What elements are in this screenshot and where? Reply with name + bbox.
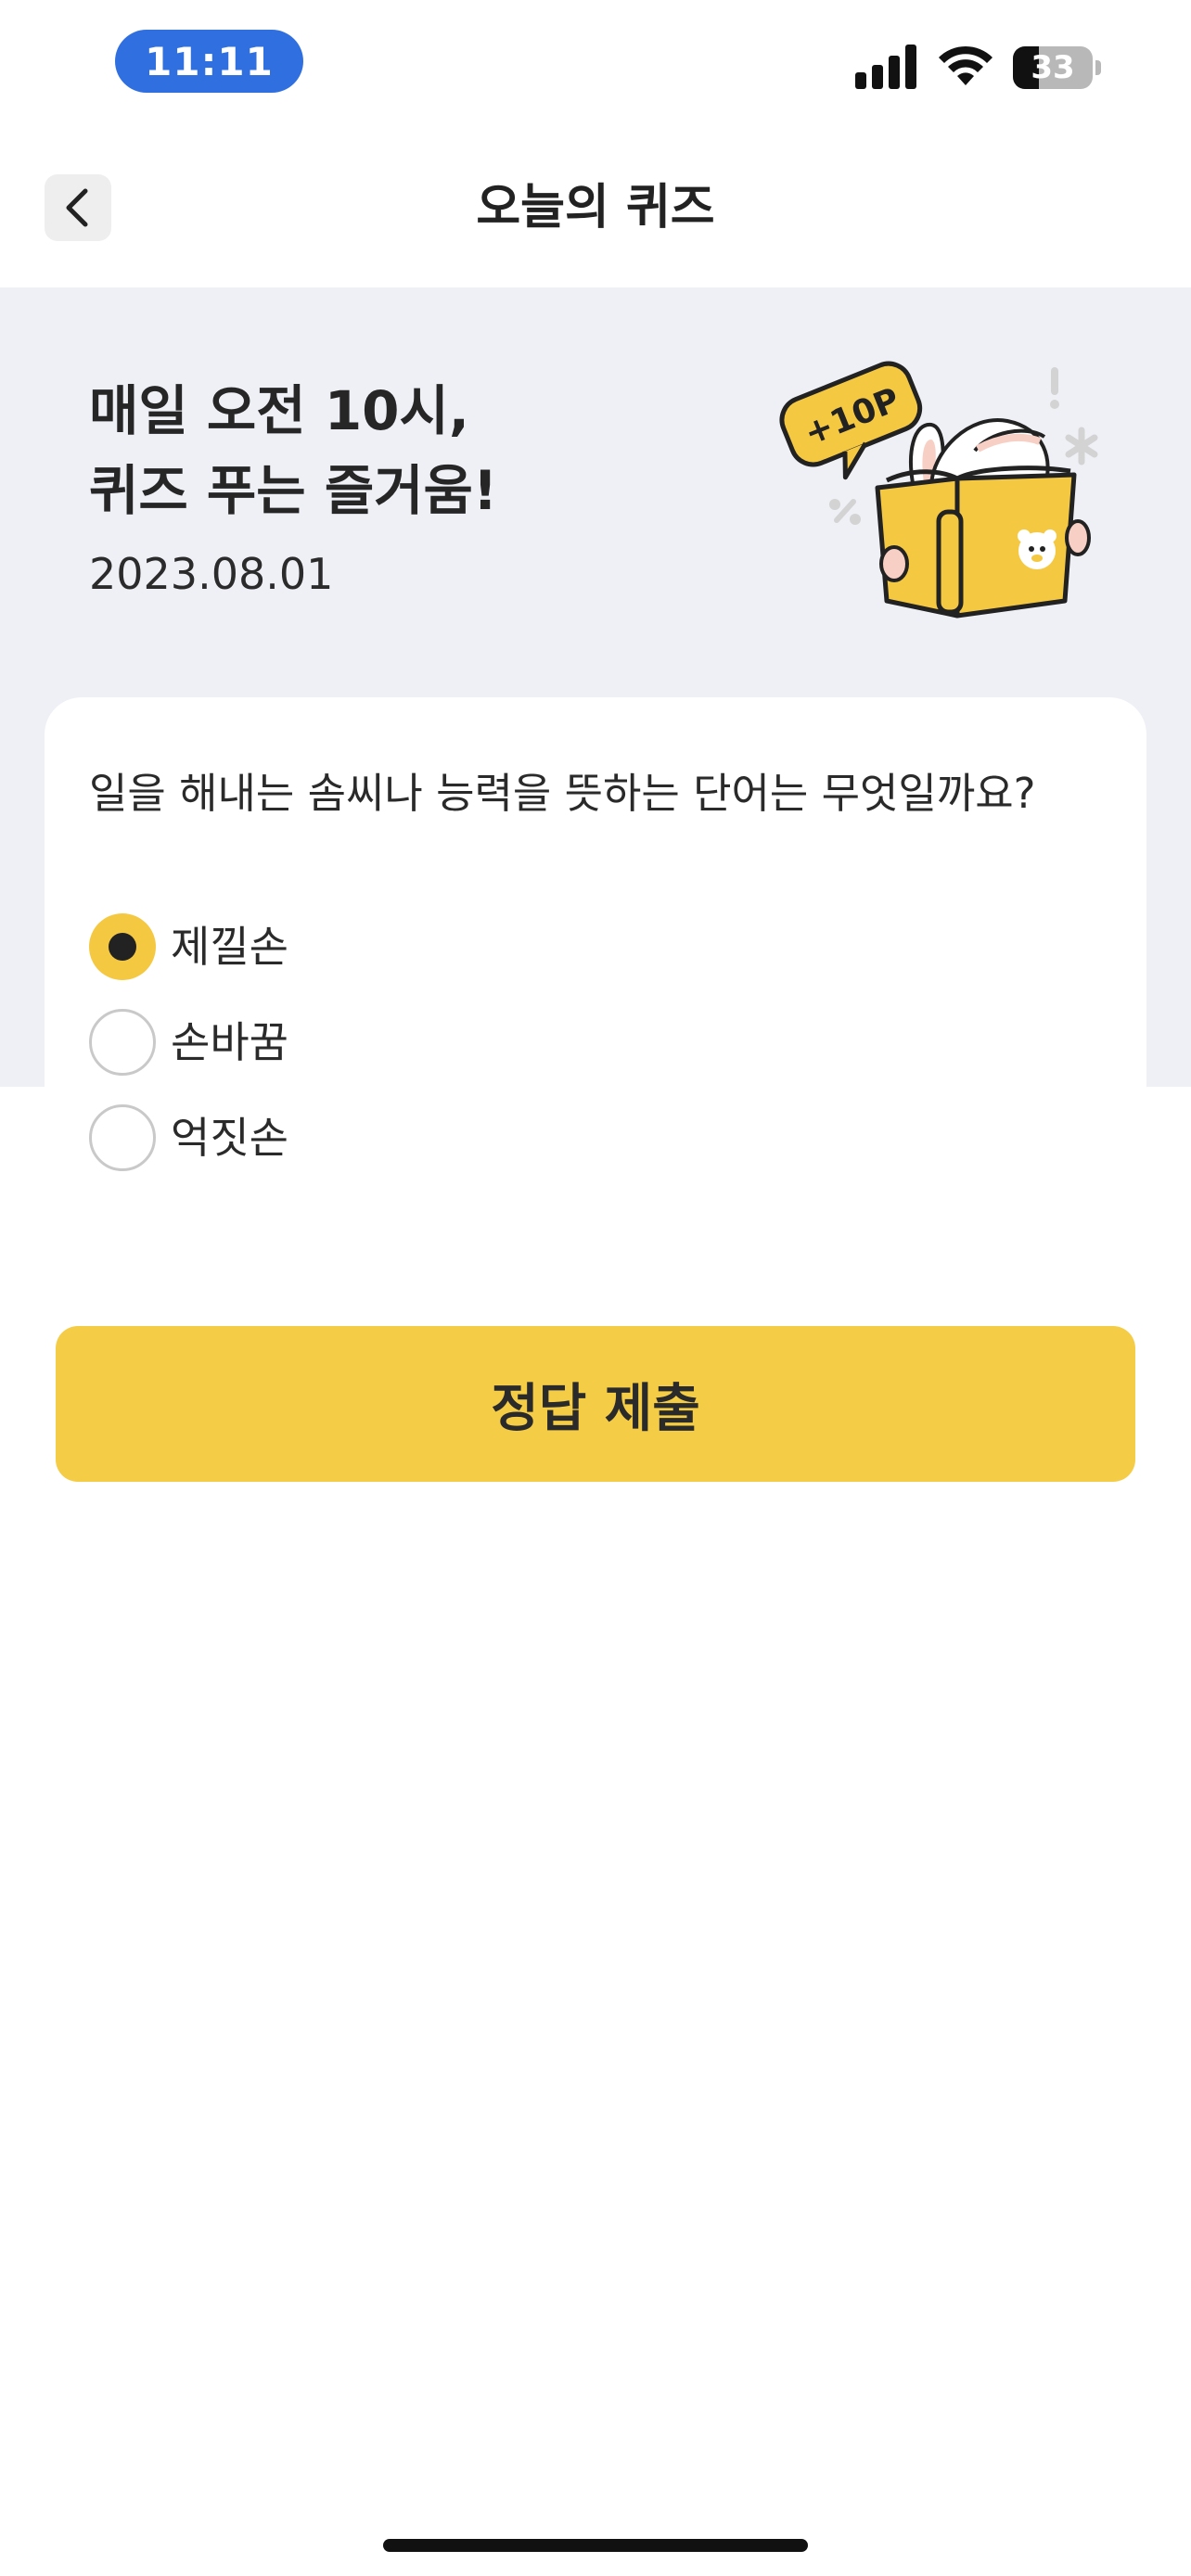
rabbit-reading-book-illustration: +10P [779, 361, 1098, 618]
submit-answer-button[interactable]: 정답 제출 [56, 1326, 1135, 1482]
quiz-date: 2023.08.01 [89, 549, 334, 599]
hero-title: 매일 오전 10시, 퀴즈 푸는 즐거움! [89, 371, 757, 530]
page-title: 오늘의 퀴즈 [476, 180, 715, 236]
hero-title-line-2: 퀴즈 푸는 즐거움! [89, 459, 498, 522]
battery-level: 33 [1031, 49, 1075, 86]
radio-button[interactable] [89, 1104, 156, 1171]
status-bar: 11:11 33 [0, 0, 1191, 130]
battery-cap [1095, 60, 1101, 75]
battery-body: 33 [1013, 46, 1093, 89]
radio-button[interactable] [89, 1009, 156, 1076]
signal-bars-icon [855, 45, 916, 89]
home-indicator[interactable] [383, 2539, 808, 2552]
screen: 11:11 33 오늘의 퀴즈 매일 오전 10시, 퀴즈 푸는 즐거움! 20… [0, 0, 1191, 2576]
status-time[interactable]: 11:11 [115, 30, 303, 93]
option-label: 억짓손 [171, 1113, 288, 1163]
book-icon [875, 465, 1091, 618]
wifi-icon [939, 45, 992, 85]
option-item-1[interactable]: 제낄손 [89, 913, 288, 980]
option-item-3[interactable]: 억짓손 [89, 1104, 288, 1171]
nav-header: 오늘의 퀴즈 [0, 139, 1191, 287]
question-text: 일을 해내는 솜씨나 능력을 뜻하는 단어는 무엇일까요? [89, 769, 1036, 818]
option-label: 손바꿈 [171, 1017, 288, 1067]
hero-title-line-1: 매일 오전 10시, [89, 379, 469, 442]
radio-button-selected[interactable] [89, 913, 156, 980]
option-item-2[interactable]: 손바꿈 [89, 1009, 288, 1076]
option-label: 제낄손 [171, 922, 288, 972]
battery-icon: 33 [1013, 46, 1102, 89]
